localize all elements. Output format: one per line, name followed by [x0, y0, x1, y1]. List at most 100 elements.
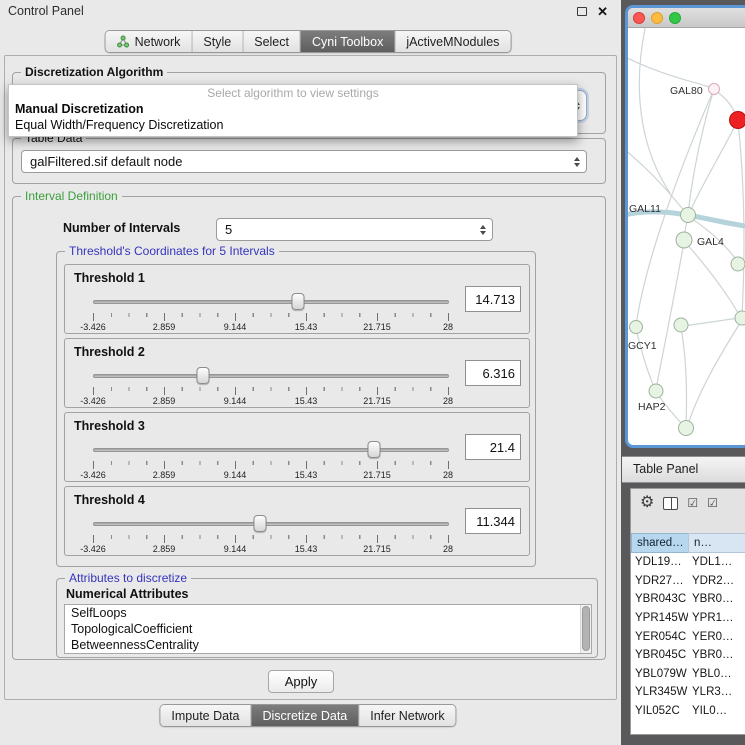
slider-scale-label: -3.426 [80, 396, 106, 406]
network-node[interactable] [735, 311, 745, 325]
threshold-slider[interactable]: -3.426 2.859 9.144 15.43 21.715 28 [93, 439, 449, 481]
slider-scale: -3.426 2.859 9.144 15.43 21.715 28 [93, 544, 449, 555]
close-icon[interactable]: ✕ [597, 5, 608, 18]
network-canvas[interactable]: GAL80 GAL11 GAL4 GCY1 HAP2 [628, 28, 745, 444]
threshold-slider[interactable]: -3.426 2.859 9.144 15.43 21.715 28 [93, 291, 449, 333]
slider-scale-label: 9.144 [224, 544, 247, 554]
tab-style[interactable]: Style [192, 31, 243, 52]
table-row[interactable]: YDR27…YDR2… [631, 572, 745, 591]
table-data-combobox[interactable]: galFiltered.sif default node [21, 150, 587, 173]
slider-scale-label: 21.715 [363, 396, 391, 406]
scrollbar-thumb[interactable] [582, 606, 590, 651]
node-label: GAL11 [629, 203, 661, 215]
network-node[interactable] [676, 232, 692, 248]
tab-impute-data[interactable]: Impute Data [160, 705, 251, 726]
column-header[interactable]: shared… [631, 533, 688, 553]
table-cell[interactable]: YER054C [631, 631, 688, 643]
traffic-light-zoom-icon[interactable] [669, 12, 681, 24]
network-node[interactable] [674, 318, 688, 332]
interval-definition-group: Interval Definition Number of Intervals … [12, 196, 606, 660]
table-row[interactable]: YLR345WYLR3… [631, 683, 745, 702]
list-item[interactable]: TopologicalCoefficient [65, 621, 591, 637]
table-cell[interactable]: YIL052C [631, 705, 688, 717]
table-row[interactable]: YIL052CYIL0… [631, 702, 745, 721]
checkbox-icon[interactable]: ☑ [707, 496, 718, 510]
threshold-value-input[interactable] [465, 508, 521, 534]
tab-infer-network[interactable]: Infer Network [359, 705, 455, 726]
slider-thumb-icon[interactable] [254, 515, 267, 532]
network-node[interactable] [681, 208, 696, 223]
network-node[interactable] [709, 84, 720, 95]
table-cell[interactable]: YLR345W [631, 686, 688, 698]
apply-button[interactable]: Apply [268, 670, 334, 693]
vertical-scrollbar[interactable] [580, 605, 591, 653]
checkbox-icon[interactable]: ☑ [687, 496, 698, 510]
slider-track [93, 448, 449, 452]
num-intervals-combobox[interactable]: 5 [216, 218, 493, 241]
table-cell[interactable]: YBR0… [688, 649, 745, 661]
table-cell[interactable]: YBR043C [631, 593, 688, 605]
network-node[interactable] [630, 321, 643, 334]
table-row[interactable]: YPR145WYPR1… [631, 609, 745, 628]
tab-label: Impute Data [171, 709, 239, 723]
slider-scale-label: 2.859 [153, 396, 176, 406]
table-cell[interactable]: YDR2… [688, 575, 745, 587]
threshold-label: Threshold 2 [74, 345, 145, 359]
tab-select[interactable]: Select [243, 31, 301, 52]
table-cell[interactable]: YDL1… [688, 556, 745, 568]
tab-cyni-toolbox[interactable]: Cyni Toolbox [301, 31, 395, 52]
tab-jactivemodules[interactable]: jActiveMNodules [395, 31, 510, 52]
slider-scale-label: 9.144 [224, 470, 247, 480]
slider-scale: -3.426 2.859 9.144 15.43 21.715 28 [93, 396, 449, 407]
node-label: GAL4 [697, 236, 724, 248]
table-cell[interactable]: YDL19… [631, 556, 688, 568]
slider-thumb-icon[interactable] [368, 441, 381, 458]
table-cell[interactable]: YBL079W [631, 668, 688, 680]
algorithm-dropdown-popup: Select algorithm to view settings Manual… [8, 84, 578, 137]
table-cell[interactable]: YIL0… [688, 705, 745, 717]
combo-stepper-icon[interactable] [570, 157, 586, 167]
threshold-slider[interactable]: -3.426 2.859 9.144 15.43 21.715 28 [93, 365, 449, 407]
gear-icon[interactable]: ⚙ [640, 495, 654, 511]
table-cell[interactable]: YBR0… [688, 593, 745, 605]
table-cell[interactable]: YPR145W [631, 612, 688, 624]
combo-stepper-icon[interactable] [476, 225, 492, 235]
tab-discretize-data[interactable]: Discretize Data [252, 705, 360, 726]
traffic-light-close-icon[interactable] [633, 12, 645, 24]
table-cell[interactable]: YDR27… [631, 575, 688, 587]
table-row[interactable]: YBR045CYBR0… [631, 646, 745, 665]
slider-thumb-icon[interactable] [292, 293, 305, 310]
network-node[interactable] [679, 421, 694, 436]
threshold-value-input[interactable] [465, 286, 521, 312]
list-item[interactable]: SelfLoops [65, 605, 591, 621]
threshold-value-input[interactable] [465, 360, 521, 386]
tab-network[interactable]: Network [106, 31, 193, 52]
threshold-value-input[interactable] [465, 434, 521, 460]
threshold-slider[interactable]: -3.426 2.859 9.144 15.43 21.715 28 [93, 513, 449, 555]
slider-ticks [93, 387, 449, 395]
table-row[interactable]: YBR043CYBR0… [631, 590, 745, 609]
column-header[interactable]: n… [688, 533, 745, 553]
popup-option[interactable]: Equal Width/Frequency Discretization [9, 117, 577, 133]
group-title: Attributes to discretize [65, 571, 191, 586]
network-node-selected[interactable] [730, 112, 745, 129]
table-cell[interactable]: YPR1… [688, 612, 745, 624]
popup-option[interactable]: Manual Discretization [9, 101, 577, 117]
network-node[interactable] [649, 384, 663, 398]
list-item[interactable]: BetweennessCentrality [65, 637, 591, 653]
table-cell[interactable]: YBL0… [688, 668, 745, 680]
columns-icon[interactable] [663, 497, 678, 510]
table-cell[interactable]: YBR045C [631, 649, 688, 661]
network-node[interactable] [731, 257, 745, 271]
traffic-light-minimize-icon[interactable] [651, 12, 663, 24]
window-title: Control Panel [8, 4, 84, 18]
table-row[interactable]: YER054CYER0… [631, 627, 745, 646]
table-row[interactable]: YBL079WYBL0… [631, 665, 745, 684]
table-data-group: Table Data galFiltered.sif default node [12, 138, 606, 184]
slider-scale: -3.426 2.859 9.144 15.43 21.715 28 [93, 322, 449, 333]
table-row[interactable]: YDL19…YDL1… [631, 553, 745, 572]
slider-thumb-icon[interactable] [197, 367, 210, 384]
table-cell[interactable]: YLR3… [688, 686, 745, 698]
table-cell[interactable]: YER0… [688, 631, 745, 643]
float-window-icon[interactable] [577, 7, 587, 16]
